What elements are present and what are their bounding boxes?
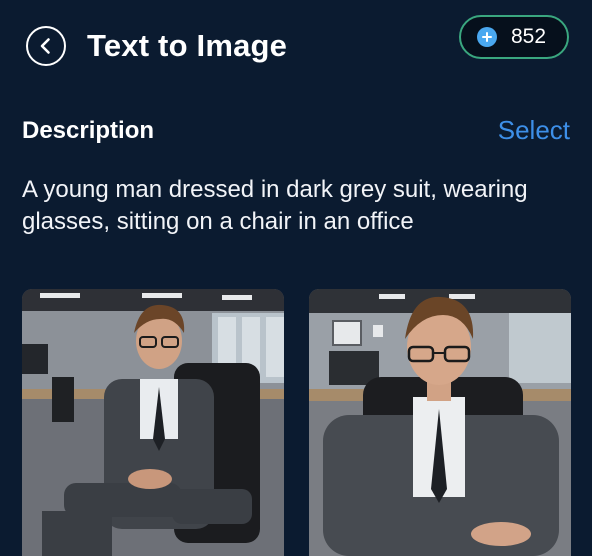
credits-badge[interactable]: 852 bbox=[459, 15, 569, 59]
page-title: Text to Image bbox=[87, 28, 288, 63]
chevron-left-icon bbox=[40, 38, 50, 54]
plus-circle-icon bbox=[477, 27, 497, 47]
generated-image-1[interactable] bbox=[22, 289, 284, 556]
description-label: Description bbox=[22, 117, 155, 144]
prompt-text: A young man dressed in dark grey suit, w… bbox=[22, 176, 528, 235]
select-link[interactable]: Select bbox=[498, 114, 570, 146]
header: Text to Image 852 bbox=[0, 0, 592, 92]
credits-count: 852 bbox=[511, 25, 547, 48]
generated-image-2[interactable] bbox=[309, 289, 571, 556]
back-button[interactable] bbox=[26, 26, 66, 66]
